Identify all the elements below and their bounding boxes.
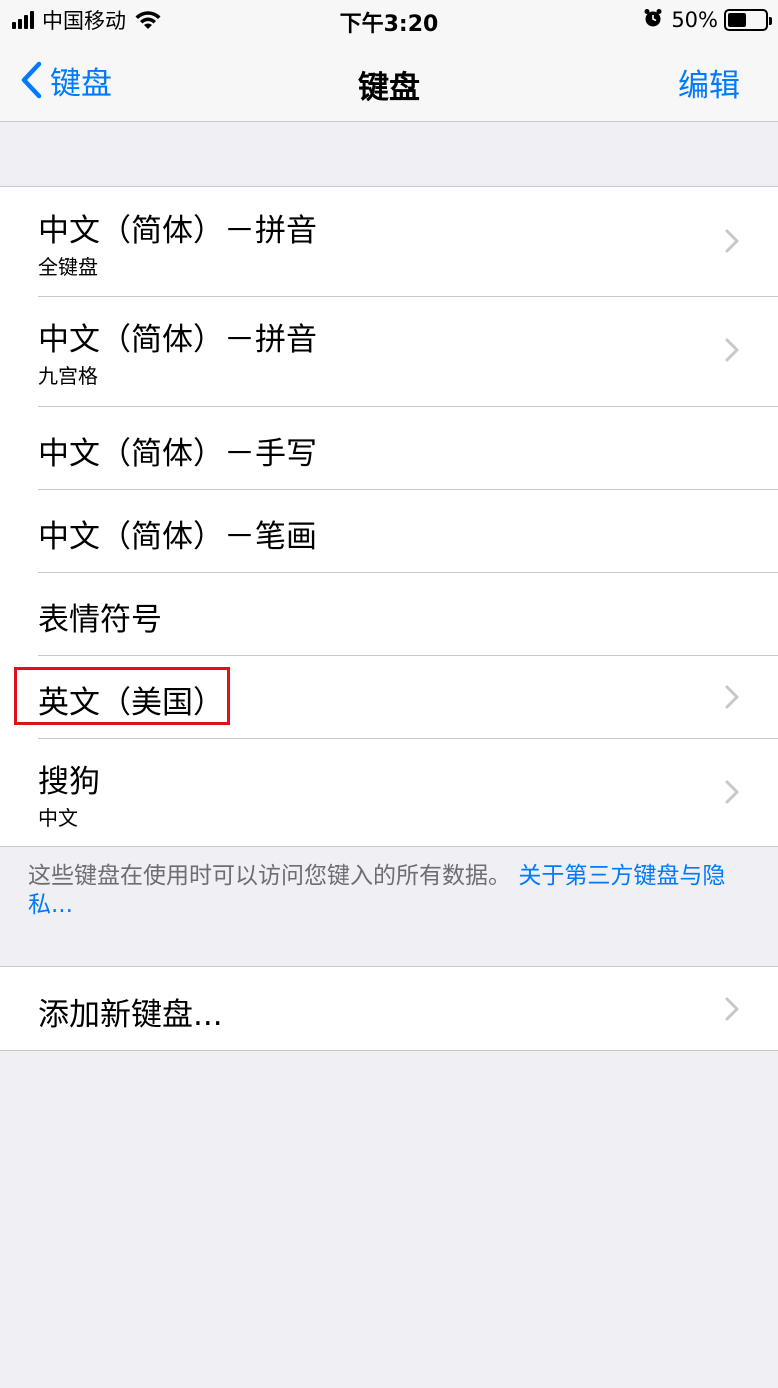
alarm-clock-icon xyxy=(643,8,663,32)
privacy-note: 这些键盘在使用时可以访问您键入的所有数据。 关于第三方键盘与隐私... xyxy=(28,862,748,920)
keyboard-item-handwriting[interactable]: 中文（简体）－手写 xyxy=(0,406,778,489)
chevron-right-icon xyxy=(725,780,739,804)
add-keyboard-group: 添加新键盘... xyxy=(0,966,778,1051)
keyboard-item-subtitle: 九宫格 xyxy=(38,364,98,388)
keyboard-item-pinyin-9key[interactable]: 中文（简体）－拼音 九宫格 xyxy=(0,296,778,406)
keyboard-item-subtitle: 全键盘 xyxy=(38,255,98,279)
battery-percent: 50% xyxy=(671,8,718,32)
keyboard-item-title: 中文（简体）－拼音 xyxy=(38,322,317,358)
status-bar: 中国移动 下午3:20 50% xyxy=(0,0,778,40)
battery-level-fill xyxy=(728,13,746,27)
keyboard-item-subtitle: 中文 xyxy=(38,806,78,830)
add-keyboard-button[interactable]: 添加新键盘... xyxy=(0,967,778,1050)
page-title: 键盘 xyxy=(358,70,420,106)
add-keyboard-label: 添加新键盘... xyxy=(38,997,223,1033)
keyboard-item-title: 中文（简体）－拼音 xyxy=(38,213,317,249)
chevron-right-icon xyxy=(725,338,739,362)
navigation-bar: 键盘 键盘 编辑 xyxy=(0,40,778,122)
edit-button[interactable]: 编辑 xyxy=(678,60,740,105)
keyboard-item-stroke[interactable]: 中文（简体）－笔画 xyxy=(0,489,778,572)
keyboard-item-title: 中文（简体）－笔画 xyxy=(38,519,317,555)
keyboard-item-title: 表情符号 xyxy=(38,602,162,638)
status-right: 50% xyxy=(643,6,772,34)
keyboards-list: 中文（简体）－拼音 全键盘 中文（简体）－拼音 九宫格 中文（简体）－手写 中文… xyxy=(0,186,778,847)
keyboard-item-emoji[interactable]: 表情符号 xyxy=(0,572,778,655)
chevron-right-icon xyxy=(725,997,739,1021)
battery-icon xyxy=(724,9,772,31)
keyboard-item-title: 搜狗 xyxy=(38,764,100,800)
highlight-box xyxy=(14,667,230,725)
privacy-note-text: 这些键盘在使用时可以访问您键入的所有数据。 xyxy=(28,863,511,889)
chevron-right-icon xyxy=(725,229,739,253)
keyboard-item-pinyin-full[interactable]: 中文（简体）－拼音 全键盘 xyxy=(0,187,778,296)
keyboard-item-sogou[interactable]: 搜狗 中文 xyxy=(0,738,778,846)
keyboard-item-title: 中文（简体）－手写 xyxy=(38,436,317,472)
chevron-right-icon xyxy=(725,685,739,709)
